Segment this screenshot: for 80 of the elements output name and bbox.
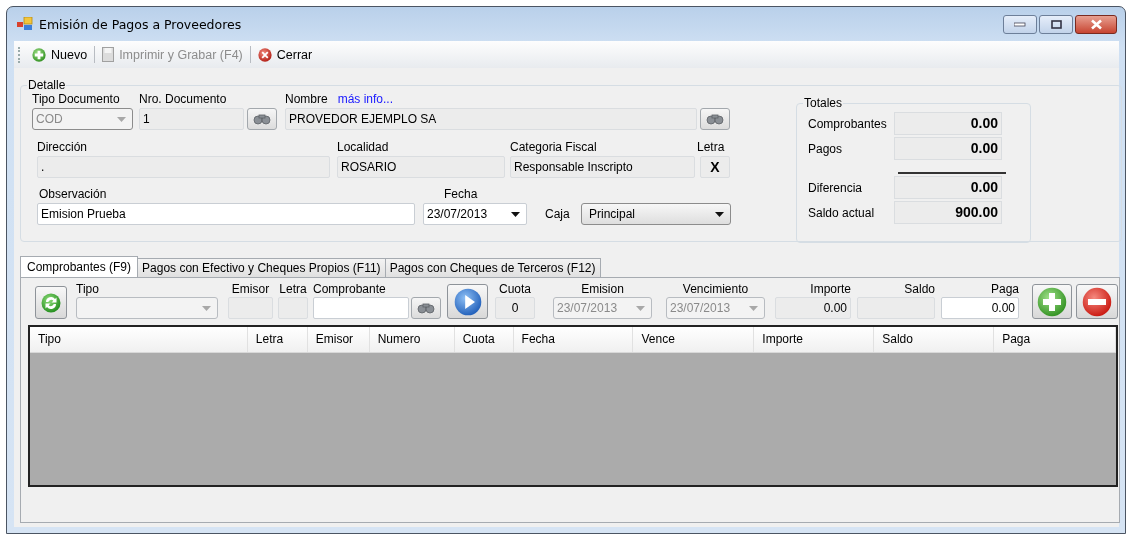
field-label: Comprobante [313,283,387,297]
column-header[interactable]: Letra [247,327,308,352]
field-label: Tipo Documento [32,91,121,108]
field-label: Categoria Fiscal [510,139,598,156]
total-value: 0.00 [894,137,1002,160]
observacion[interactable]: Emision Prueba [37,203,415,225]
field-label: Letra [697,139,726,156]
search-button[interactable] [247,108,277,130]
total-label: Diferencia [807,180,864,195]
field-label: Nro. Documento [139,91,228,108]
toolbar-button[interactable]: Nuevo [28,47,92,62]
caret-icon [636,305,645,311]
play-button[interactable] [447,284,488,319]
field-label: Nombre [285,92,328,106]
field-label: Emisor [230,283,271,297]
column-header[interactable]: Vence [633,327,755,352]
field-label: Dirección [37,139,88,156]
field-label: Cuota [498,283,532,297]
column-header[interactable]: Paga [994,327,1117,352]
group-title: Detalle [27,78,67,92]
column-header[interactable]: Cuota [454,327,514,352]
field-label: Fecha [444,186,479,203]
plus-icon [1037,286,1067,317]
remove-button[interactable] [1076,284,1118,319]
search-button[interactable] [411,297,441,319]
total-value: 0.00 [894,176,1002,199]
window-title: Emisión de Pagos a Proveedores [39,16,242,32]
input-field[interactable]: 0.00 [941,297,1019,319]
caret-icon [117,116,126,122]
total-label: Comprobantes [807,116,888,131]
close-button[interactable] [1075,14,1117,34]
minimize-button[interactable] [1003,14,1037,34]
refresh-button[interactable] [35,286,67,319]
field-label: Emision [580,283,625,297]
group-title: Totales [803,96,844,110]
minimize-icon [1014,21,1026,27]
total-label: Saldo actual [807,205,876,220]
field-label: Saldo [903,283,935,297]
field-label: Tipo [76,283,100,297]
field-label: Letra [278,283,308,297]
column-header[interactable]: Saldo [874,327,995,352]
column-header[interactable]: Emisor [307,327,370,352]
close-icon [1089,18,1103,30]
caret-icon [511,211,520,217]
column-header[interactable]: Fecha [513,327,634,352]
cash-box-combo[interactable]: Principal [581,203,731,225]
close-icon [257,47,272,62]
total-value: 900.00 [894,201,1002,224]
total-label: Pagos [807,141,844,156]
plus-icon [32,47,46,62]
play-icon [453,287,482,316]
binoculars-icon [417,302,435,314]
toolbar-button[interactable]: Cerrar [253,47,317,62]
column-header[interactable]: Numero [369,327,455,352]
binoculars-icon [253,113,271,125]
field-label: Localidad [337,139,390,156]
caret-icon [715,211,724,217]
search-button[interactable] [700,108,730,130]
maximize-button[interactable] [1039,14,1073,34]
date-picker[interactable]: 23/07/2013 [423,203,527,225]
total-value: 0.00 [894,112,1002,135]
minus-icon [1082,286,1112,317]
field-label: Vencimiento [681,283,750,297]
caret-icon [202,305,211,311]
tab[interactable]: Pagos con Efectivo y Cheques Propios (F11) [137,258,386,277]
field-label: Observación [39,186,108,203]
app-icon [17,17,33,31]
caret-icon [749,305,758,311]
field-label: Caja [545,207,571,221]
tab[interactable]: Pagos con Cheques de Terceros (F12) [384,258,601,277]
maximize-icon [1050,19,1062,29]
column-header[interactable]: Tipo [30,327,248,352]
input-field[interactable] [313,297,409,319]
binoculars-icon [706,113,724,125]
refresh-icon [41,292,61,313]
field-label: Paga [989,283,1019,297]
field-label: Importe [809,283,851,297]
column-header[interactable]: Importe [754,327,875,352]
tab[interactable]: Comprobantes (F9) [20,256,139,277]
add-button[interactable] [1032,284,1072,319]
